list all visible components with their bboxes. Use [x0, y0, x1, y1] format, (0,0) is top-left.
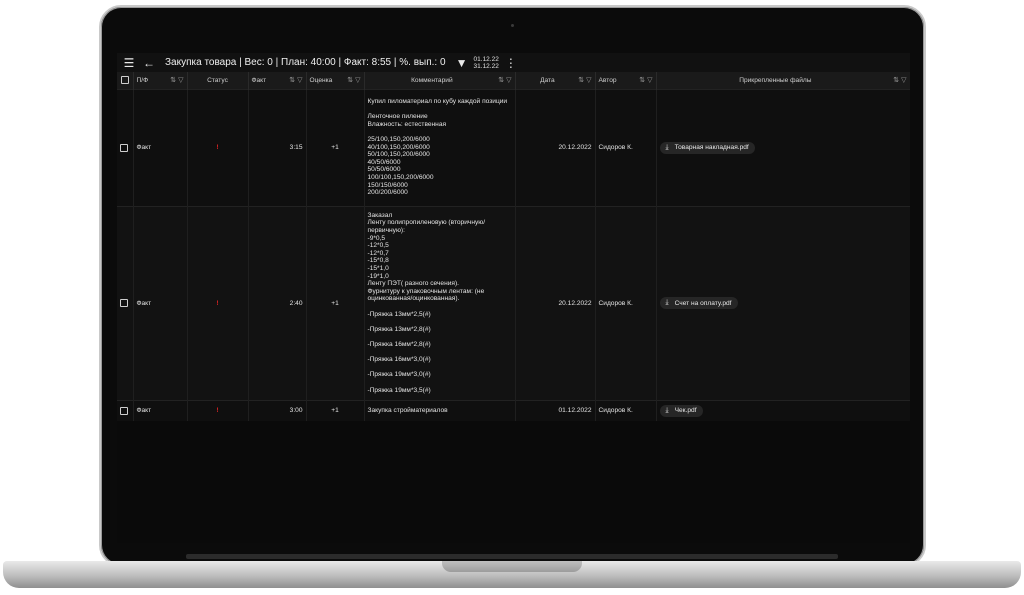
header-checkbox-cell[interactable] — [117, 72, 134, 89]
camera — [511, 24, 514, 27]
cell-rating: +1 — [306, 205, 365, 400]
laptop-hinge — [186, 554, 838, 559]
hamburger-menu-icon[interactable]: ☰ — [121, 55, 137, 71]
cell-rating: +1 — [306, 88, 365, 206]
cell-files: ⤓ Чек.pdf — [656, 399, 910, 421]
cell-fact: 3:00 — [248, 399, 307, 421]
table-row[interactable]: Факт ! 3:15 +1 Купил пиломатериал по куб… — [117, 88, 910, 206]
table-row[interactable]: Факт ! 2:40 +1 Заказал Ленту полипропиле… — [117, 205, 910, 400]
checkbox-icon[interactable] — [120, 299, 128, 307]
sort-icon[interactable]: ⇅ — [289, 77, 295, 84]
attachment-chip[interactable]: ⤓ Товарная накладная.pdf — [659, 141, 755, 154]
checkbox-icon[interactable] — [120, 143, 128, 152]
sort-icon[interactable]: ⇅ — [498, 77, 504, 84]
sort-icon[interactable]: ⇅ — [893, 77, 899, 84]
column-header-fact[interactable]: Факт ⇅ ▽ — [248, 72, 307, 89]
column-header-rating[interactable]: Оценка ⇅ ▽ — [306, 72, 365, 89]
status-alert-icon: ! — [187, 88, 249, 206]
cell-pf: Факт — [133, 399, 188, 421]
filter-icon[interactable]: ▽ — [586, 77, 591, 84]
cell-date: 20.12.2022 — [515, 205, 596, 400]
cell-pf: Факт — [133, 88, 188, 206]
filter-icon[interactable]: ▼ — [454, 55, 470, 71]
filter-icon[interactable]: ▽ — [297, 77, 302, 84]
cell-rating: +1 — [306, 399, 365, 421]
cell-files: ⤓ Товарная накладная.pdf — [656, 88, 910, 206]
cell-date: 01.12.2022 — [515, 399, 596, 421]
cell-pf: Факт — [133, 205, 188, 400]
cell-fact: 2:40 — [248, 205, 307, 400]
sort-icon[interactable]: ⇅ — [347, 77, 353, 84]
download-icon: ⤓ — [665, 299, 669, 306]
date-to: 31.12.22 — [473, 62, 499, 70]
cell-author: Сидоров К. — [595, 88, 657, 206]
cell-files: ⤓ Счет на оплату.pdf — [656, 205, 910, 400]
download-icon: ⤓ — [665, 406, 669, 414]
more-vert-icon[interactable]: ⋮ — [503, 55, 519, 71]
filter-icon[interactable]: ▽ — [506, 77, 511, 84]
row-checkbox-cell[interactable] — [117, 399, 134, 421]
row-checkbox-cell[interactable] — [117, 88, 134, 206]
column-header-date[interactable]: Дата ⇅ ▽ — [515, 72, 596, 89]
column-header-comment[interactable]: Комментарий ⇅ ▽ — [364, 72, 516, 89]
filter-icon[interactable]: ▽ — [178, 77, 183, 84]
filter-icon[interactable]: ▽ — [355, 77, 360, 84]
sort-icon[interactable]: ⇅ — [578, 77, 584, 84]
status-alert-icon: ! — [187, 205, 249, 400]
cell-comment: Закупка стройматериалов — [364, 399, 516, 421]
download-icon: ⤓ — [665, 143, 669, 151]
page-title: Закупка товара | Вес: 0 | План: 40:00 | … — [165, 57, 446, 68]
column-header-status[interactable]: Статус — [187, 72, 249, 89]
attachment-chip[interactable]: ⤓ Счет на оплату.pdf — [659, 297, 738, 309]
cell-author: Сидоров К. — [595, 205, 657, 400]
cell-date: 20.12.2022 — [515, 88, 596, 206]
arrow-left-icon[interactable]: ← — [141, 55, 157, 71]
column-header-files[interactable]: Прикрепленные файлы ⇅ ▽ — [656, 72, 910, 89]
sort-icon[interactable]: ⇅ — [639, 77, 645, 84]
column-header-author[interactable]: Автор ⇅ ▽ — [595, 72, 657, 89]
checkbox-icon[interactable] — [120, 406, 128, 415]
cell-author: Сидоров К. — [595, 399, 657, 421]
column-header-pf[interactable]: П/Ф ⇅ ▽ — [133, 72, 188, 89]
app-screen: ☰ ← Закупка товара | Вес: 0 | План: 40:0… — [117, 53, 910, 543]
cell-comment: Заказал Ленту полипропиленовую (вторичну… — [364, 205, 516, 400]
cell-comment: Купил пиломатериал по кубу каждой позици… — [364, 88, 516, 206]
status-alert-icon: ! — [187, 399, 249, 421]
cell-fact: 3:15 — [248, 88, 307, 206]
date-range[interactable]: 01.12.22 31.12.22 — [474, 56, 499, 70]
top-toolbar: ☰ ← Закупка товара | Вес: 0 | План: 40:0… — [117, 53, 910, 72]
checkbox-icon[interactable] — [120, 76, 129, 85]
laptop-notch — [442, 561, 582, 572]
row-checkbox-cell[interactable] — [117, 205, 134, 400]
table-header: П/Ф ⇅ ▽ Статус Факт ⇅ ▽ Оценка ⇅ ▽ Комментарий… — [117, 72, 910, 89]
date-from: 01.12.22 — [473, 55, 499, 63]
filter-icon[interactable]: ▽ — [647, 77, 652, 84]
table-row[interactable]: Факт ! 3:00 +1 Закупка стройматериалов 0… — [117, 399, 910, 421]
tasks-table: П/Ф ⇅ ▽ Статус Факт ⇅ ▽ Оценка ⇅ ▽ Комментарий… — [117, 72, 910, 421]
sort-icon[interactable]: ⇅ — [170, 77, 176, 84]
attachment-chip[interactable]: ⤓ Чек.pdf — [659, 404, 703, 417]
filter-icon[interactable]: ▽ — [901, 77, 906, 84]
